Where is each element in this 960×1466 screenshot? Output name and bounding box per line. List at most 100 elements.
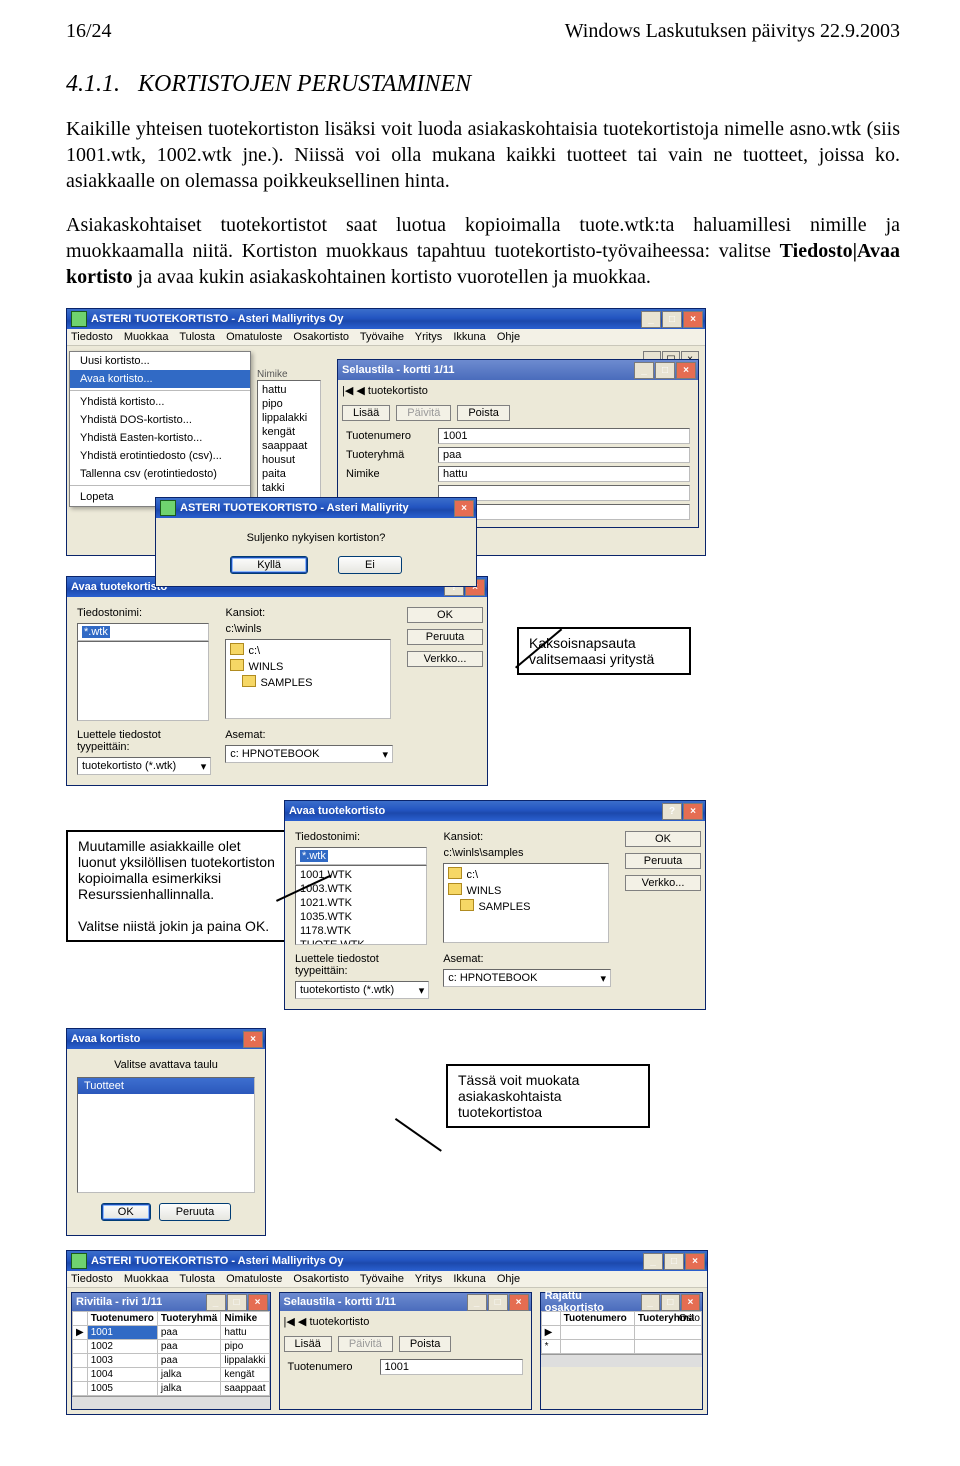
confirm-yes-button[interactable]: Kyllä: [230, 556, 308, 574]
pane-close[interactable]: ×: [248, 1294, 268, 1311]
menu-ohje[interactable]: Ohje: [497, 331, 520, 343]
folder-item[interactable]: SAMPLES: [240, 674, 388, 690]
delete-button[interactable]: Poista: [399, 1336, 452, 1352]
add-button[interactable]: Lisää: [342, 405, 390, 421]
menu-tulosta[interactable]: Tulosta: [179, 1273, 215, 1285]
add-button[interactable]: Lisää: [284, 1336, 332, 1352]
drives-combo[interactable]: c: HPNOTEBOOK▾: [443, 969, 611, 987]
table-listbox[interactable]: Tuotteet: [77, 1077, 255, 1193]
pane-max[interactable]: □: [661, 1294, 680, 1311]
edit-button[interactable]: Päivitä: [396, 405, 451, 421]
menu-yritys[interactable]: Yritys: [415, 1273, 443, 1285]
field-tuotenumero[interactable]: 1001: [380, 1359, 523, 1375]
col-tuoteryhma[interactable]: Tuoteryhmä: [157, 1312, 221, 1326]
maximize-button[interactable]: □: [662, 311, 682, 328]
osakortisto-grid[interactable]: Tuotenumero Tuoteryhmä ▶ *: [541, 1311, 702, 1354]
grid-cell[interactable]: 1003: [87, 1354, 157, 1368]
field-tuotenumero[interactable]: 1001: [438, 428, 690, 444]
card-close[interactable]: ×: [676, 362, 696, 379]
file-item[interactable]: TUOTE.WTK: [298, 938, 424, 945]
folder-item[interactable]: SAMPLES: [458, 898, 606, 914]
grid-cell[interactable]: paa: [157, 1354, 221, 1368]
folder-item[interactable]: WINLS: [228, 658, 388, 674]
grid-cell[interactable]: hattu: [221, 1326, 269, 1340]
network-button[interactable]: Verkko...: [407, 651, 483, 667]
help-button[interactable]: ?: [662, 803, 682, 820]
file-types-combo[interactable]: tuotekortisto (*.wtk)▾: [295, 981, 429, 999]
menu-item-yhdista-csv[interactable]: Yhdistä erotintiedosto (csv)...: [70, 447, 250, 465]
menu-item-avaa[interactable]: Avaa kortisto...: [70, 370, 250, 388]
close-button[interactable]: ×: [243, 1031, 263, 1048]
menu-tyovaihe[interactable]: Työvaihe: [360, 1273, 404, 1285]
cancel-button[interactable]: Peruuta: [159, 1203, 232, 1221]
nav-prev[interactable]: ◀: [356, 384, 364, 397]
nav-prev[interactable]: ◀: [298, 1315, 306, 1328]
menu-tyovaihe[interactable]: Työvaihe: [360, 331, 404, 343]
folder-listbox[interactable]: c:\ WINLS SAMPLES: [443, 863, 609, 943]
menu-omatuloste[interactable]: Omatuloste: [226, 331, 282, 343]
menu-osakortisto[interactable]: Osakortisto: [293, 331, 349, 343]
menu-tiedosto[interactable]: Tiedosto: [71, 331, 113, 343]
grid-cell[interactable]: 1004: [87, 1368, 157, 1382]
menu-tiedosto[interactable]: Tiedosto: [71, 1273, 113, 1285]
file-menu-dropdown[interactable]: Uusi kortisto... Avaa kortisto... Yhdist…: [69, 351, 251, 507]
close-button[interactable]: ×: [683, 803, 703, 820]
file-item[interactable]: 1003.WTK: [298, 882, 424, 896]
ok-button[interactable]: OK: [625, 831, 701, 847]
drives-combo[interactable]: c: HPNOTEBOOK▾: [225, 745, 393, 763]
list-item[interactable]: kengät: [260, 425, 318, 439]
grid-cell[interactable]: paa: [157, 1340, 221, 1354]
card-min[interactable]: _: [634, 362, 654, 379]
field-nimike[interactable]: hattu: [438, 466, 690, 482]
field-tuoteryhma[interactable]: paa: [438, 447, 690, 463]
grid-cell[interactable]: pipo: [221, 1340, 269, 1354]
menu-item-uusi[interactable]: Uusi kortisto...: [70, 352, 250, 370]
close-button[interactable]: ×: [683, 311, 703, 328]
menubar[interactable]: Tiedosto Muokkaa Tulosta Omatuloste Osak…: [67, 1271, 707, 1288]
card-max[interactable]: □: [655, 362, 675, 379]
menu-ikkuna[interactable]: Ikkuna: [453, 331, 485, 343]
grid-cell[interactable]: saappaat: [221, 1382, 269, 1396]
menu-item-yhdista[interactable]: Yhdistä kortisto...: [70, 393, 250, 411]
list-item[interactable]: lippalakki: [260, 411, 318, 425]
menu-item-yhdista-easten[interactable]: Yhdistä Easten-kortisto...: [70, 429, 250, 447]
product-name-list[interactable]: hattu pipo lippalakki kengät saappaat ho…: [257, 380, 321, 516]
nav-first[interactable]: |◀: [342, 384, 353, 397]
folder-item[interactable]: c:\: [228, 642, 388, 658]
file-listbox[interactable]: 1001.WTK 1003.WTK 1021.WTK 1035.WTK 1178…: [295, 865, 427, 945]
file-item[interactable]: 1035.WTK: [298, 910, 424, 924]
col-nimike[interactable]: Nimike: [221, 1312, 269, 1326]
file-listbox[interactable]: [77, 641, 209, 721]
pane-close[interactable]: ×: [509, 1294, 529, 1311]
grid-cell[interactable]: 1002: [87, 1340, 157, 1354]
pane-max[interactable]: □: [488, 1294, 508, 1311]
pane-min[interactable]: _: [641, 1294, 660, 1311]
menu-osakortisto[interactable]: Osakortisto: [293, 1273, 349, 1285]
network-button[interactable]: Verkko...: [625, 875, 701, 891]
menu-omatuloste[interactable]: Omatuloste: [226, 1273, 282, 1285]
h-scrollbar[interactable]: [72, 1396, 270, 1409]
minimize-button[interactable]: _: [641, 311, 661, 328]
file-item[interactable]: 1178.WTK: [298, 924, 424, 938]
cancel-button[interactable]: Peruuta: [407, 629, 483, 645]
cancel-button[interactable]: Peruuta: [625, 853, 701, 869]
menu-ohje[interactable]: Ohje: [497, 1273, 520, 1285]
list-item[interactable]: hattu: [260, 383, 318, 397]
list-item[interactable]: saappaat: [260, 439, 318, 453]
maximize-button[interactable]: □: [664, 1253, 684, 1270]
folder-item[interactable]: WINLS: [446, 882, 606, 898]
menu-yritys[interactable]: Yritys: [415, 331, 443, 343]
list-item[interactable]: takki: [260, 481, 318, 495]
grid-cell[interactable]: paa: [157, 1326, 221, 1340]
list-item[interactable]: housut: [260, 453, 318, 467]
grid-cell[interactable]: kengät: [221, 1368, 269, 1382]
grid-cell[interactable]: jalka: [157, 1382, 221, 1396]
confirm-close[interactable]: ×: [454, 500, 474, 517]
pane-close[interactable]: ×: [681, 1294, 700, 1311]
grid-cell[interactable]: 1005: [87, 1382, 157, 1396]
menu-item-tallenna-csv[interactable]: Tallenna csv (erotintiedosto): [70, 465, 250, 483]
list-item[interactable]: pipo: [260, 397, 318, 411]
h-scrollbar[interactable]: [541, 1354, 702, 1367]
grid-cell[interactable]: lippalakki: [221, 1354, 269, 1368]
pane-max[interactable]: □: [227, 1294, 247, 1311]
